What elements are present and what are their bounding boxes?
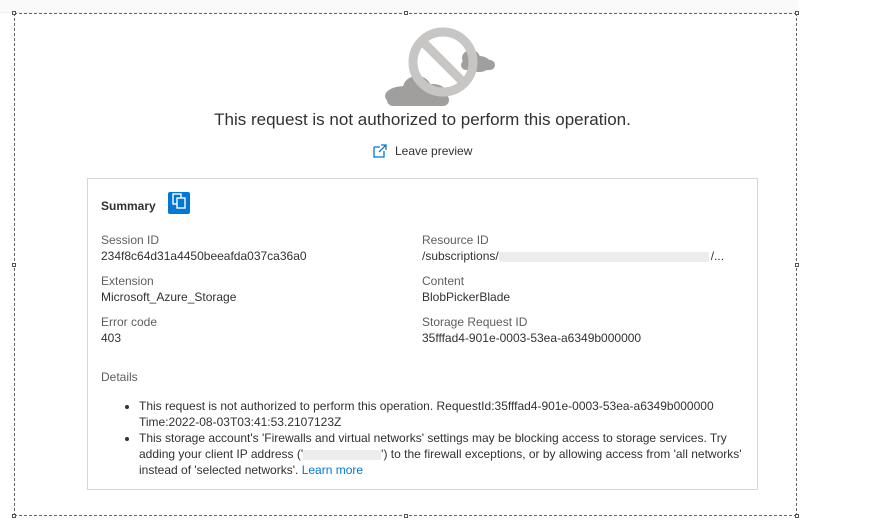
resize-handle-ml[interactable] xyxy=(12,263,16,267)
resource-id-label: Resource ID xyxy=(422,233,489,247)
storage-request-id-label: Storage Request ID xyxy=(422,315,528,329)
blocked-cloud-icon xyxy=(375,26,499,110)
details-label: Details xyxy=(101,370,138,384)
resource-id-field: Resource ID /subscriptions/ /... xyxy=(422,232,724,264)
redacted-text xyxy=(498,251,709,262)
extension-value: Microsoft_Azure_Storage xyxy=(101,290,237,304)
summary-title: Summary xyxy=(101,199,156,213)
redacted-ip xyxy=(303,449,382,460)
resize-handle-mr[interactable] xyxy=(795,263,799,267)
leave-preview-link[interactable]: Leave preview xyxy=(372,143,472,159)
error-headline: This request is not authorized to perfor… xyxy=(214,110,631,129)
copy-icon xyxy=(172,192,186,214)
session-id-field: Session ID 234f8c64d31a4450beeafda037ca3… xyxy=(101,232,307,264)
error-code-value: 403 xyxy=(101,331,122,345)
details-item1-line1: This request is not authorized to perfor… xyxy=(139,399,714,413)
leave-preview-label: Leave preview xyxy=(395,144,473,158)
resize-handle-br[interactable] xyxy=(795,514,799,518)
storage-request-id-field: Storage Request ID 35fffad4-901e-0003-53… xyxy=(422,314,641,346)
content-field: Content BlobPickerBlade xyxy=(422,273,510,305)
resize-handle-tr[interactable] xyxy=(795,11,799,15)
external-link-icon xyxy=(372,143,388,159)
copy-button[interactable] xyxy=(168,192,190,214)
session-id-label: Session ID xyxy=(101,233,160,247)
resize-handle-bl[interactable] xyxy=(12,514,16,518)
error-code-label: Error code xyxy=(101,315,158,329)
resize-handle-tl[interactable] xyxy=(12,11,16,15)
session-id-value: 234f8c64d31a4450beeafda037ca36a0 xyxy=(101,249,307,263)
details-list: This request is not authorized to perfor… xyxy=(121,398,749,478)
resize-handle-tc[interactable] xyxy=(404,11,408,15)
preview-pane: This request is not authorized to perfor… xyxy=(0,0,891,529)
resource-id-prefix: /subscriptions/ xyxy=(422,249,499,263)
extension-field: Extension Microsoft_Azure_Storage xyxy=(101,273,236,305)
extension-label: Extension xyxy=(101,274,154,288)
details-item1-line2: Time:2022-08-03T03:41:53.2107123Z xyxy=(139,415,342,429)
content-label: Content xyxy=(422,274,465,288)
storage-request-id-value: 35fffad4-901e-0003-53ea-a6349b000000 xyxy=(422,331,642,345)
details-item-request: This request is not authorized to perfor… xyxy=(139,398,749,430)
top-strip xyxy=(0,0,891,13)
right-blank-area xyxy=(798,0,891,529)
details-item-firewall: This storage account's 'Firewalls and vi… xyxy=(139,430,749,478)
learn-more-link[interactable]: Learn more xyxy=(302,463,363,477)
summary-card: Summary Session ID 234f8c64d31a4450beeaf… xyxy=(87,178,758,490)
error-code-field: Error code 403 xyxy=(101,314,157,346)
content-value: BlobPickerBlade xyxy=(422,290,511,304)
resize-handle-bc[interactable] xyxy=(404,514,408,518)
resource-id-value: /subscriptions/ /... xyxy=(422,248,724,264)
resource-id-suffix: /... xyxy=(710,249,725,263)
